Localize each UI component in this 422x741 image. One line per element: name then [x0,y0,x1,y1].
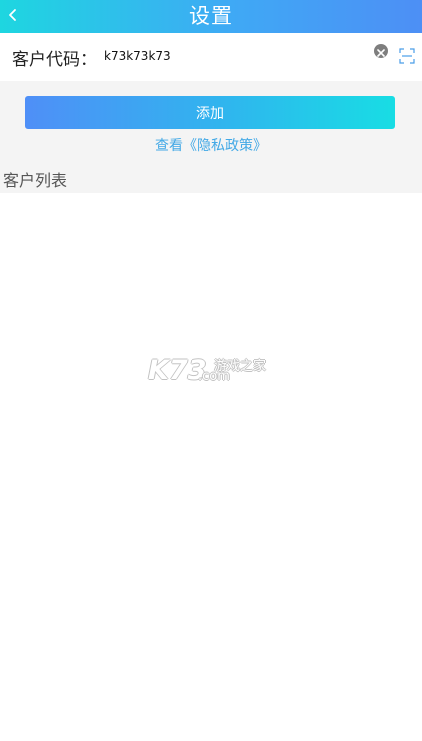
customer-code-label: 客户代码： [12,50,97,70]
page-title: 设置 [189,4,233,28]
customer-code-input[interactable] [104,45,366,67]
scan-icon [399,48,415,68]
customer-list [0,193,422,741]
settings-page: 设置 客户代码： 添加 查看《隐私政策》 客户列表 K73 [0,0,422,741]
customer-list-title: 客户列表 [3,171,68,190]
add-button[interactable]: 添加 [25,96,395,129]
header-bar: 设置 [0,0,422,33]
clear-icon [377,42,385,61]
privacy-policy-link[interactable]: 查看《隐私政策》 [0,135,422,155]
scan-button[interactable] [399,48,415,64]
customer-code-row: 客户代码： [0,33,422,81]
action-section: 添加 查看《隐私政策》 客户列表 [0,81,422,193]
watermark-logo: K73 游戏之家 .com [148,355,278,389]
clear-input-button[interactable] [374,44,388,58]
watermark-domain: .com [198,369,230,384]
